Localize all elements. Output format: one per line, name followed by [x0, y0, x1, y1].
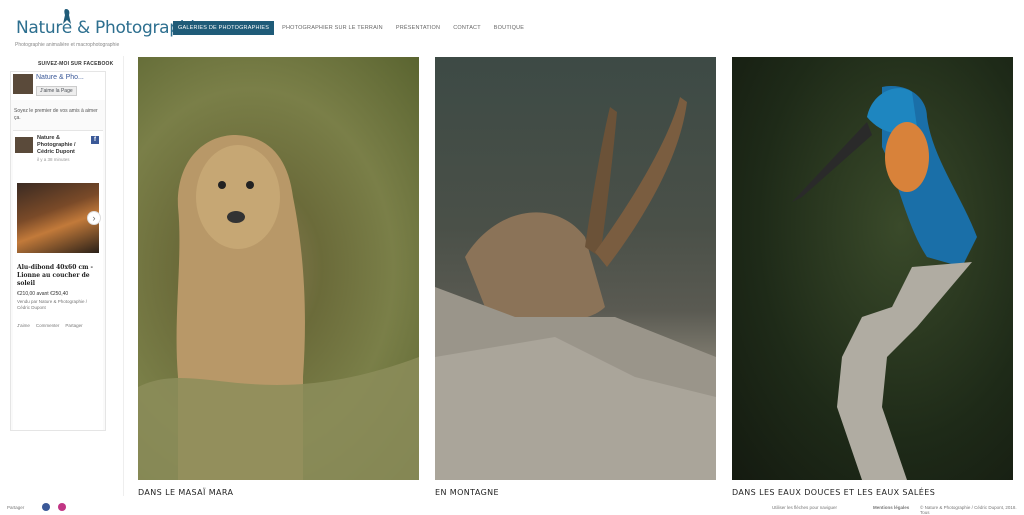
site-footer: Partager Utiliser les flèches pour navig…: [0, 498, 1024, 515]
gallery-photo-kingfisher[interactable]: [732, 57, 1013, 480]
cheetah-image: [138, 135, 419, 480]
main-nav: GALERIES DE PHOTOGRAPHIES PHOTOGRAPHIER …: [173, 21, 532, 35]
keyboard-navigation-hint: Utiliser les flèches pour naviguer: [772, 505, 838, 510]
site-tagline: Photographie animalière et macrophotogra…: [15, 42, 120, 48]
facebook-icon[interactable]: f: [91, 136, 99, 144]
facebook-page-header: Nature & Pho... J'aime la Page: [11, 72, 105, 100]
copyright: © Nature & Photographie / Cédric Dupont,…: [920, 505, 1017, 515]
gallery-card[interactable]: DANS LE MASAÏ MARA: [138, 57, 419, 497]
post-timestamp[interactable]: il y a 38 minutes: [37, 157, 70, 162]
site-header: Nature & Photographie Photographie anima…: [0, 0, 1024, 56]
share-label[interactable]: Partager: [7, 505, 24, 510]
friends-text: Soyez le premier de vos amis à aimer ça.: [14, 108, 98, 121]
product-seller: Vendu par Nature & Photographie / Cédric…: [17, 299, 88, 310]
like-action[interactable]: J'aime: [17, 323, 30, 328]
nav-item-presentation[interactable]: PRÉSENTATION: [391, 21, 445, 35]
gallery-grid: DANS LE MASAÏ MARA EN MONTAGNE DANS LES: [138, 57, 1018, 497]
gallery-card[interactable]: DANS LES EAUX DOUCES ET LES EAUX SALÉES: [732, 57, 1013, 497]
sidebar: SUIVEZ-MOI SUR FACEBOOK Nature & Pho... …: [0, 56, 124, 496]
nav-item-contact[interactable]: CONTACT: [448, 21, 486, 35]
facebook-page-name[interactable]: Nature & Pho...: [36, 74, 84, 81]
kingfisher-image: [792, 86, 977, 480]
chevron-right-icon[interactable]: ›: [87, 211, 101, 225]
bird-logo-icon: [63, 9, 71, 24]
facebook-post: Nature & Photographie / Cédric Dupont il…: [13, 130, 103, 430]
nav-item-galeries[interactable]: GALERIES DE PHOTOGRAPHIES: [173, 21, 275, 35]
post-author[interactable]: Nature & Photographie / Cédric Dupont: [37, 135, 87, 156]
comment-action[interactable]: Commenter: [36, 323, 60, 328]
ibex-image: [435, 97, 716, 480]
share-action[interactable]: Partager: [65, 323, 82, 328]
gallery-photo-ibex[interactable]: [435, 57, 716, 480]
gallery-card[interactable]: EN MONTAGNE: [435, 57, 716, 497]
gallery-photo-cheetah[interactable]: [138, 57, 419, 480]
like-page-button[interactable]: J'aime la Page: [36, 86, 77, 96]
facebook-share-icon[interactable]: [42, 503, 50, 511]
gallery-caption[interactable]: EN MONTAGNE: [435, 488, 716, 497]
post-actions: J'aime Commenter Partager: [17, 323, 83, 328]
legal-link[interactable]: Mentions légales: [873, 505, 909, 510]
facebook-widget-title: SUIVEZ-MOI SUR FACEBOOK: [38, 61, 114, 67]
facebook-widget: Nature & Pho... J'aime la Page Soyez le …: [10, 71, 106, 431]
page-avatar[interactable]: [13, 74, 33, 94]
product-title[interactable]: Alu-dibond 40x60 cm - Lionne au coucher …: [17, 264, 101, 288]
product-price: €210,00 avant €250,40: [17, 291, 69, 297]
post-avatar[interactable]: [15, 137, 33, 153]
gallery-caption[interactable]: DANS LES EAUX DOUCES ET LES EAUX SALÉES: [732, 488, 1013, 497]
nav-item-terrain[interactable]: PHOTOGRAPHIER SUR LE TERRAIN: [277, 21, 388, 35]
nav-item-boutique[interactable]: BOUTIQUE: [489, 21, 529, 35]
gallery-caption[interactable]: DANS LE MASAÏ MARA: [138, 488, 419, 497]
instagram-icon[interactable]: [58, 503, 66, 511]
